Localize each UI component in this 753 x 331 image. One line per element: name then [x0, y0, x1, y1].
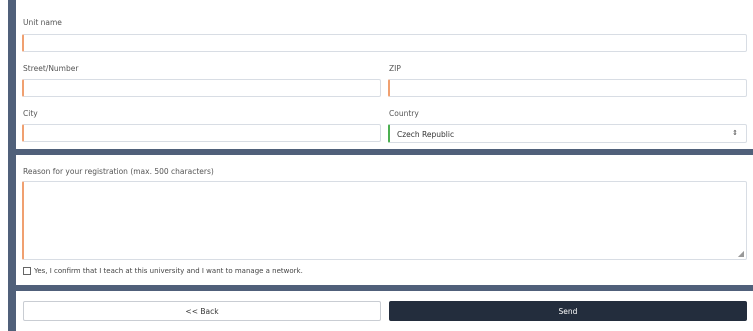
confirm-label[interactable]: Yes, I confirm that I teach at this univ… — [34, 267, 303, 275]
chevron-updown-icon: ⇕ — [732, 129, 738, 137]
back-button[interactable]: << Back — [23, 301, 381, 321]
city-label: City — [23, 109, 38, 118]
reason-textarea[interactable]: ◢ — [22, 181, 747, 260]
send-button[interactable]: Send — [389, 301, 747, 321]
confirm-checkbox[interactable] — [23, 267, 31, 275]
frame-bar — [8, 0, 16, 331]
unit-name-input[interactable] — [22, 34, 747, 52]
confirm-row: Yes, I confirm that I teach at this univ… — [23, 267, 303, 275]
city-input[interactable] — [22, 124, 381, 142]
reason-label: Reason for your registration (max. 500 c… — [23, 167, 214, 176]
street-input[interactable] — [22, 79, 381, 97]
unit-name-label: Unit name — [23, 18, 62, 27]
zip-label: ZIP — [389, 64, 401, 73]
country-label: Country — [389, 109, 419, 118]
zip-input[interactable] — [388, 79, 747, 97]
street-label: Street/Number — [23, 64, 79, 73]
left-margin — [0, 0, 8, 331]
country-selected-value: Czech Republic — [397, 130, 455, 139]
country-select[interactable]: Czech Republic ⇕ — [388, 124, 747, 143]
resize-grip-icon[interactable]: ◢ — [738, 249, 744, 258]
